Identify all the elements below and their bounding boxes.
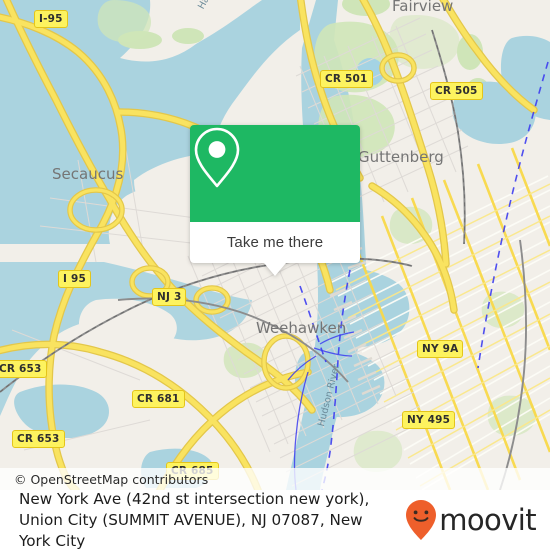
callout-tail <box>264 263 286 276</box>
route-shield: NY 9A <box>417 340 464 358</box>
route-shield: CR 653 <box>12 430 65 448</box>
moovit-smiley-pin-icon <box>406 500 437 540</box>
place-label: Secaucus <box>52 165 124 183</box>
place-label: Guttenberg <box>358 148 444 166</box>
route-shield: CR 505 <box>430 82 483 100</box>
place-label: Weehawken <box>256 319 347 337</box>
footer-bar: New York Ave (42nd st intersection new y… <box>0 490 550 550</box>
place-label: Fairview <box>392 0 454 15</box>
take-me-there-label: Take me there <box>226 234 324 251</box>
route-shield: NY 495 <box>402 411 456 429</box>
address-text: New York Ave (42nd st intersection new y… <box>19 489 370 550</box>
route-shield: CR 681 <box>132 390 185 408</box>
map-screenshot: Fairview Guttenberg Secaucus Weehawken H… <box>0 0 550 550</box>
map-pin-icon <box>194 127 240 188</box>
map-canvas[interactable]: Fairview Guttenberg Secaucus Weehawken H… <box>0 0 550 490</box>
route-shield: CR 653 <box>0 360 47 378</box>
attribution-text: © OpenStreetMap contributors <box>14 471 209 487</box>
route-shield: I-95 <box>34 10 68 28</box>
moovit-logo[interactable]: moovit <box>404 498 550 542</box>
moovit-wordmark: moovit <box>439 503 536 537</box>
callout-icon-panel <box>190 125 360 222</box>
route-shield: NJ 3 <box>152 288 187 306</box>
take-me-there-button[interactable]: Take me there <box>190 222 360 263</box>
map-attribution-bar: © OpenStreetMap contributors <box>0 468 550 490</box>
route-shield: I 95 <box>58 270 91 288</box>
route-shield: CR 501 <box>320 70 373 88</box>
location-callout-card[interactable]: Take me there <box>190 125 360 276</box>
